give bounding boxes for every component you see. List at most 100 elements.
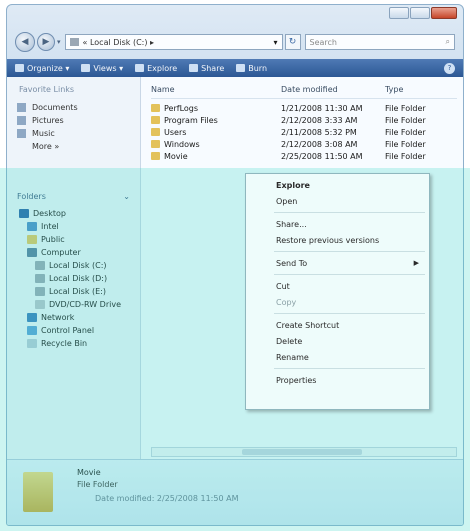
search-input[interactable]: Search ⌕ [304,34,455,50]
tree-item-label: Local Disk (E:) [49,287,106,296]
share-icon [189,64,199,72]
tree-item-label: Intel [41,222,59,231]
submenu-arrow-icon: ▶ [413,259,419,267]
file-row[interactable]: PerfLogs 1/21/2008 11:30 AM File Folder [151,102,457,114]
favorite-link[interactable]: More » [17,140,78,153]
desk-icon [19,209,29,218]
column-header-type[interactable]: Type [385,85,457,98]
file-name-cell: PerfLogs [151,104,281,113]
tree-item[interactable]: Local Disk (D:) [19,272,121,285]
caption-buttons [389,7,457,19]
column-header-name[interactable]: Name [151,85,281,98]
tree-item[interactable]: Local Disk (E:) [19,285,121,298]
menu-item-label: Restore previous versions [276,235,380,245]
favorite-link[interactable]: Pictures [17,114,78,127]
address-bar[interactable]: « Local Disk (C:) ▸ ▾ [64,34,283,50]
help-icon[interactable]: ? [444,62,455,74]
menu-item-share[interactable]: Share... [246,216,429,232]
file-row[interactable]: Users 2/11/2008 5:32 PM File Folder [151,126,457,138]
favorite-link-label: More » [32,142,60,151]
column-headers: Name Date modified Type [151,85,457,99]
menu-separator [274,368,425,369]
tree-item[interactable]: Recycle Bin [19,337,121,350]
toolbar-views-button[interactable]: Views ▾ [81,64,123,73]
recent-pages-dropdown[interactable]: ▾ [57,38,61,46]
tree-item[interactable]: Computer [19,246,121,259]
folder-icon [27,235,37,244]
column-header-date[interactable]: Date modified [281,85,385,98]
maximize-button[interactable] [410,7,430,19]
menu-item-delete[interactable]: Delete [246,333,429,349]
scrollbar-thumb[interactable] [242,449,362,455]
file-row[interactable]: Windows 2/12/2008 3:08 AM File Folder [151,138,457,150]
tree-item[interactable]: Intel [19,220,121,233]
minimize-button[interactable] [389,7,409,19]
tree-item[interactable]: Local Disk (C:) [19,259,121,272]
menu-item-restorepreviousversions[interactable]: Restore previous versions [246,232,429,248]
explore-icon [135,64,145,72]
menu-item-rename[interactable]: Rename [246,349,429,365]
chevron-down-icon[interactable]: ⌄ [123,192,130,201]
folder-icon [151,104,160,112]
menu-item-cut[interactable]: Cut [246,278,429,294]
refresh-button[interactable]: ↻ [284,34,301,50]
folders-header[interactable]: Folders ⌄ [7,189,140,203]
tree-item[interactable]: Public [19,233,121,246]
user-icon [27,222,37,231]
address-dropdown-icon[interactable]: ▾ [274,38,278,47]
toolbar-label: Burn [248,63,268,73]
folder-icon [151,140,160,148]
toolbar-label: Share [201,63,225,73]
file-date: 2/11/2008 5:32 PM [281,127,357,137]
tree-item[interactable]: Desktop [19,207,121,220]
details-pane: Movie File Folder Date modified: 2/25/20… [7,459,463,525]
tree-item-label: Control Panel [41,326,95,335]
menu-item-label: Share... [276,219,307,229]
menu-item-properties[interactable]: Properties [246,372,429,388]
tree-item-label: Local Disk (D:) [49,274,108,283]
back-button[interactable]: ◀ [15,32,35,52]
favorite-link[interactable]: Documents [17,101,78,114]
tree-item-label: Network [41,313,75,322]
tree-item[interactable]: Network [19,311,121,324]
menu-item-open[interactable]: Open [246,193,429,209]
toolbar-label: Organize ▾ [27,63,70,73]
cp-icon [27,326,37,335]
file-name: PerfLogs [164,103,199,113]
favorite-link[interactable]: Music [17,127,78,140]
favorite-link-label: Documents [32,103,78,112]
file-type: File Folder [385,151,426,161]
drive-icon [35,274,45,283]
toolbar-burn-button[interactable]: Burn [236,64,267,73]
file-type: File Folder [385,115,426,125]
tree-item-label: Recycle Bin [41,339,88,348]
forward-button[interactable]: ▶ [37,33,55,51]
search-icon[interactable]: ⌕ [446,37,450,47]
documents-icon [17,103,26,112]
file-rows: PerfLogs 1/21/2008 11:30 AM File Folder Pro… [151,102,457,162]
toolbar-organize-button[interactable]: Organize ▾ [15,64,69,73]
menu-item-label: Copy [276,297,297,307]
menu-item-label: Cut [276,281,290,291]
breadcrumb[interactable]: « Local Disk (C:) ▸ [83,38,270,47]
menu-item-sendto[interactable]: Send To ▶ [246,255,429,271]
tree-item-label: Desktop [33,209,66,218]
file-row[interactable]: Movie 2/25/2008 11:50 AM File Folder [151,150,457,162]
favorite-links-title: Favorite Links [19,85,75,94]
folder-icon [151,116,160,124]
menu-item-createshortcut[interactable]: Create Shortcut [246,317,429,333]
file-row[interactable]: Program Files 2/12/2008 3:33 AM File Folde… [151,114,457,126]
toolbar-share-button[interactable]: Share [189,64,224,73]
tree-item[interactable]: Control Panel [19,324,121,337]
file-name: Windows [164,139,200,149]
horizontal-scrollbar[interactable] [151,447,457,457]
menu-item-copy: Copy [246,294,429,310]
file-date: 2/25/2008 11:50 AM [281,151,363,161]
folder-icon [151,128,160,136]
folder-icon [151,152,160,160]
tree-item-label: Public [41,235,65,244]
close-button[interactable] [431,7,457,19]
menu-item-explore[interactable]: Explore [246,177,429,193]
tree-item[interactable]: DVD/CD-RW Drive [19,298,121,311]
toolbar-explore-button[interactable]: Explore [135,64,177,73]
